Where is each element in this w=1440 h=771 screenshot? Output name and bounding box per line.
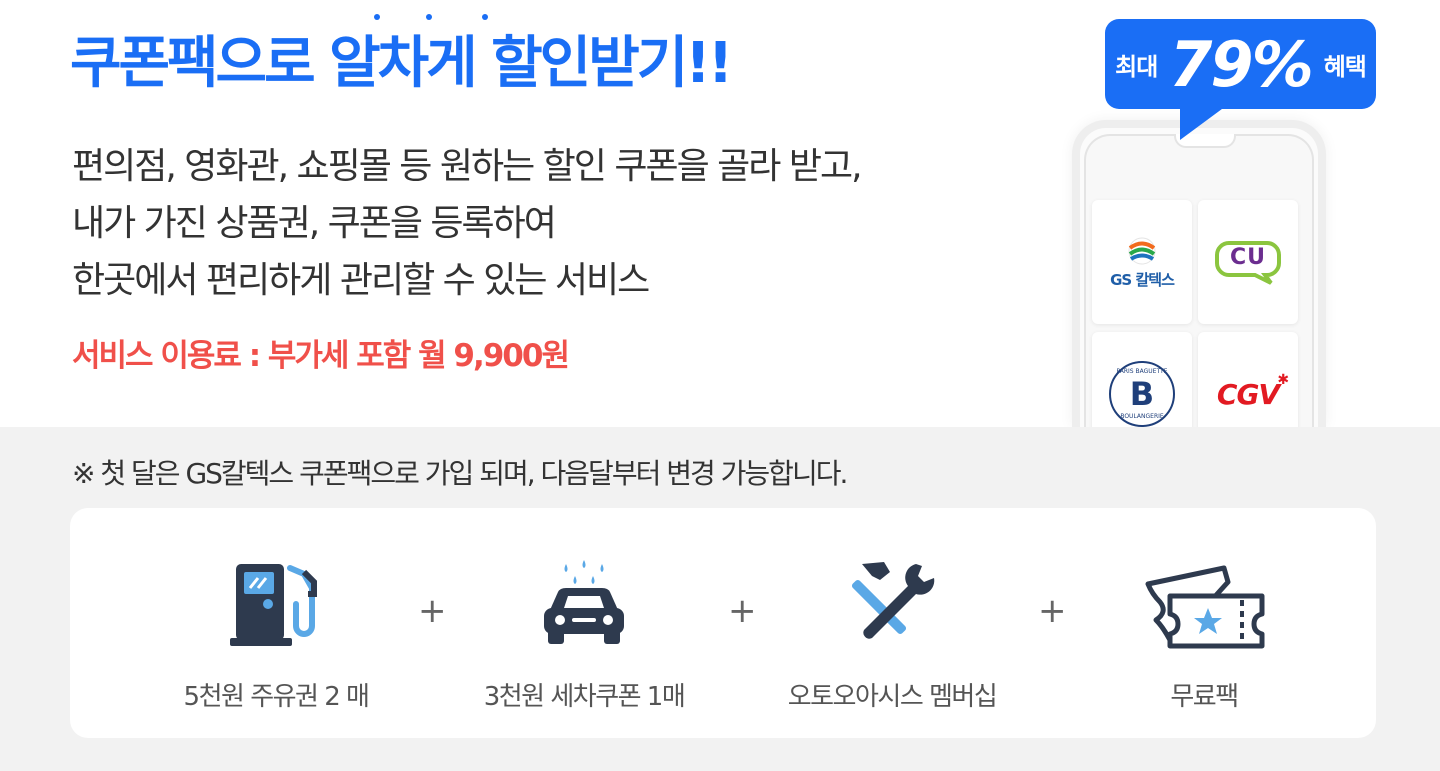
benefit-item: 3천원 세차쿠폰 1매 <box>454 558 714 718</box>
brand-tile-paris-baguette: PARIS BAGUETTE B BOULANGERIE <box>1092 332 1192 427</box>
cgv-star-icon: ✱ <box>1277 371 1290 388</box>
benefit-item: 오토오아시스 멤버십 <box>762 558 1022 718</box>
max-benefit-badge: 최대 79% 혜택 <box>1105 19 1376 109</box>
benefit-item: 5천원 주유권 2 매 <box>146 558 406 718</box>
emphasis-dots <box>368 14 498 26</box>
badge-suffix: 혜택 <box>1323 52 1367 81</box>
paris-baguette-logo: B <box>1129 375 1155 413</box>
brand-tile-gs-caltex: GS 칼텍스 <box>1092 200 1192 324</box>
benefit-label: 무료팩 <box>1170 682 1239 712</box>
badge-prefix: 최대 <box>1115 52 1158 81</box>
phone-mockup: GS 칼텍스 CU PARIS BAGUETTE B BOULANGERIE C… <box>1072 120 1326 427</box>
plus-icon: + <box>728 591 757 631</box>
car-wash-icon <box>544 560 624 644</box>
service-description: 편의점, 영화관, 쇼핑몰 등 원하는 할인 쿠폰을 골라 받고, 내가 가진 … <box>72 138 863 309</box>
ticket-icon <box>1145 565 1265 649</box>
description-line: 한곳에서 편리하게 관리할 수 있는 서비스 <box>72 260 650 301</box>
fuel-pump-icon <box>230 564 317 646</box>
badge-value: 79% <box>1169 27 1313 101</box>
badge-tail <box>1180 106 1226 140</box>
benefit-label: 오토오아시스 멤버십 <box>787 682 998 712</box>
description-line: 내가 가진 상품권, 쿠폰을 등록하여 <box>72 203 557 244</box>
headline: 쿠폰팩으로 알차게 할인받기!! <box>70 31 733 96</box>
plus-icon: + <box>418 591 447 631</box>
brand-tile-cgv: CGV ✱ <box>1198 332 1298 427</box>
paris-baguette-ring-top: PARIS BAGUETTE <box>1116 368 1168 375</box>
benefits-card: 5천원 주유권 2 매 + 3천원 세차쿠폰 1매 + 오토오아시스 멤버십 +… <box>70 508 1376 738</box>
benefit-label: 3천원 세차쿠폰 1매 <box>483 682 686 712</box>
signup-note: ※ 첫 달은 GS칼텍스 쿠폰팩으로 가입 되며, 다음달부터 변경 가능합니다… <box>72 457 848 490</box>
plus-icon: + <box>1038 591 1067 631</box>
description-line: 편의점, 영화관, 쇼핑몰 등 원하는 할인 쿠폰을 골라 받고, <box>72 146 863 187</box>
cgv-logo: CGV <box>1216 377 1280 411</box>
gs-caltex-logo-icon <box>1128 237 1156 264</box>
gs-caltex-text: GS 칼텍스 <box>1110 270 1175 289</box>
wrench-hammer-icon <box>851 562 935 639</box>
hero-section: 쿠폰팩으로 알차게 할인받기!! 편의점, 영화관, 쇼핑몰 등 원하는 할인 … <box>0 0 1440 427</box>
benefit-item: 무료팩 <box>1074 558 1334 718</box>
brand-tile-cu: CU <box>1198 200 1298 324</box>
cu-text: CU <box>1229 245 1266 270</box>
paris-baguette-ring-bottom: BOULANGERIE <box>1120 413 1164 420</box>
service-fee: 서비스 이용료 : 부가세 포함 월 9,900원 <box>72 338 570 374</box>
benefit-label: 5천원 주유권 2 매 <box>183 682 370 712</box>
